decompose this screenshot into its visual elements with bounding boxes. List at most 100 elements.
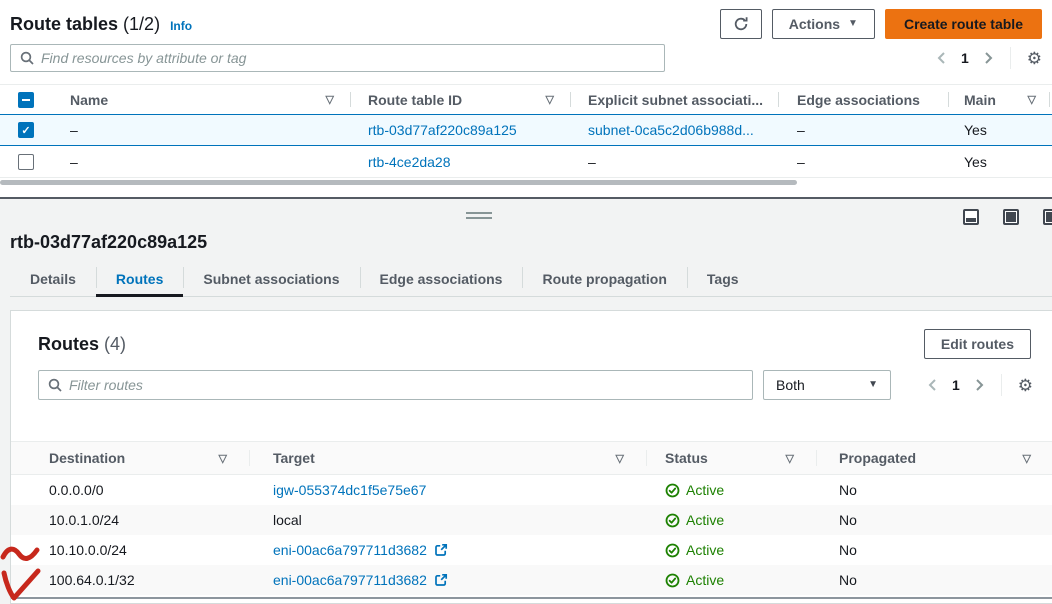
routes-pagination: 1 ⚙ <box>927 374 1033 396</box>
column-header-target[interactable]: Target▽ <box>249 442 646 474</box>
chevron-left-icon[interactable] <box>936 51 947 65</box>
target-link[interactable]: local <box>273 512 302 528</box>
external-link-icon[interactable] <box>434 573 448 587</box>
sort-icon[interactable]: ▽ <box>1023 452 1031 465</box>
column-header-main[interactable]: Main▽ <box>948 85 1052 114</box>
title-group: Route tables (1/2) Info <box>10 14 192 35</box>
sort-icon[interactable]: ▽ <box>219 452 227 465</box>
panel-position-side-icon[interactable] <box>1043 209 1052 225</box>
routes-card: Routes (4) Edit routes Both ▼ 1 ⚙ Desti <box>10 310 1052 604</box>
route-row: 10.10.0.0/24 eni-00ac6a797711d3682 Activ… <box>11 535 1052 565</box>
tab-label: Routes <box>116 271 163 287</box>
table-row[interactable]: – rtb-4ce2da28 – – Yes <box>0 146 1052 178</box>
filter-routes-input[interactable] <box>62 373 752 397</box>
cell-propagated: No <box>816 535 1052 565</box>
detail-tab[interactable]: Edge associations <box>360 261 523 296</box>
sort-icon[interactable]: ▽ <box>616 452 624 465</box>
panel-bottom-edge <box>11 597 1052 599</box>
cell-status: Active <box>646 565 816 595</box>
cell-status: Active <box>646 475 816 505</box>
external-link-icon[interactable] <box>434 543 448 557</box>
panel-position-full-icon[interactable] <box>1003 209 1019 225</box>
column-header-name[interactable]: Name▽ <box>52 85 350 114</box>
tab-label: Route propagation <box>542 271 666 287</box>
sort-icon[interactable]: ▽ <box>326 93 334 106</box>
detail-tab[interactable]: Subnet associations <box>183 261 359 296</box>
status-label: Active <box>686 572 724 588</box>
info-link[interactable]: Info <box>170 19 192 33</box>
column-header-status[interactable]: Status▽ <box>646 442 816 474</box>
horizontal-scrollbar[interactable] <box>0 180 1052 186</box>
resource-search-box <box>10 44 665 72</box>
target-link[interactable]: igw-055374dc1f5e75e67 <box>273 482 426 498</box>
column-header-subnet-associations[interactable]: Explicit subnet associati... <box>570 85 778 114</box>
sort-icon[interactable]: ▽ <box>546 93 554 106</box>
chevron-right-icon[interactable] <box>983 51 994 65</box>
chevron-right-icon[interactable] <box>974 378 985 392</box>
detail-tab[interactable]: Tags <box>687 261 759 296</box>
split-panel-drag-handle[interactable] <box>466 212 492 222</box>
target-link[interactable]: eni-00ac6a797711d3682 <box>273 542 427 558</box>
routes-title: Routes (4) <box>38 334 126 355</box>
filter-routes-box <box>38 370 753 400</box>
target-link[interactable]: eni-00ac6a797711d3682 <box>273 572 427 588</box>
panel-position-bottom-icon[interactable] <box>963 209 979 225</box>
tab-label: Tags <box>707 271 739 287</box>
route-type-select[interactable]: Both ▼ <box>763 370 891 400</box>
cell-main: Yes <box>948 115 1052 145</box>
settings-gear-icon[interactable]: ⚙ <box>1018 377 1033 394</box>
actions-button[interactable]: Actions ▼ <box>772 9 875 39</box>
routes-card-header: Routes (4) Edit routes <box>38 329 1031 359</box>
edit-routes-button[interactable]: Edit routes <box>924 329 1031 359</box>
column-header-destination[interactable]: Destination▽ <box>11 442 249 474</box>
select-all-checkbox-icon[interactable] <box>18 92 34 108</box>
vpc-route-tables-screen: { "colors": { "accent_orange": "#ec7211"… <box>0 0 1052 604</box>
cell-destination: 100.64.0.1/32 <box>11 565 249 595</box>
settings-gear-icon[interactable]: ⚙ <box>1027 50 1042 67</box>
header-actions: Actions ▼ Create route table <box>720 9 1042 39</box>
refresh-button[interactable] <box>720 9 762 39</box>
caret-down-icon: ▼ <box>868 380 878 390</box>
detail-tab[interactable]: Route propagation <box>522 261 686 296</box>
subnet-link[interactable]: subnet-0ca5c2d06b988d... <box>588 122 754 138</box>
detail-panel-title: rtb-03d77af220c89a125 <box>10 232 207 253</box>
search-icon <box>48 378 62 392</box>
routes-table: Destination▽ Target▽ Status▽ Propagated▽… <box>11 441 1052 595</box>
cell-propagated: No <box>816 475 1052 505</box>
search-input[interactable] <box>34 46 664 70</box>
page-number[interactable]: 1 <box>950 377 962 393</box>
cell-name: – <box>52 146 350 177</box>
row-checkbox-icon[interactable] <box>18 122 34 138</box>
route-type-select-value: Both <box>776 377 805 393</box>
subnet-link[interactable]: – <box>588 154 596 170</box>
route-tables-header: Route tables (1/2) Info Actions ▼ Create… <box>10 8 1042 40</box>
tab-label: Subnet associations <box>203 271 339 287</box>
route-table-id-link[interactable]: rtb-4ce2da28 <box>368 154 451 170</box>
create-route-table-button[interactable]: Create route table <box>885 9 1042 39</box>
cell-destination: 0.0.0.0/0 <box>11 475 249 505</box>
search-icon <box>20 51 34 65</box>
sort-icon[interactable]: ▽ <box>1028 93 1036 106</box>
column-header-propagated[interactable]: Propagated▽ <box>816 442 1052 474</box>
detail-tab[interactable]: Details <box>10 261 96 296</box>
status-label: Active <box>686 542 724 558</box>
page-number[interactable]: 1 <box>959 50 971 66</box>
page-title: Route tables (1/2) <box>10 14 160 35</box>
actions-button-label: Actions <box>789 16 840 32</box>
row-checkbox-icon[interactable] <box>18 154 34 170</box>
tab-label: Details <box>30 271 76 287</box>
cell-status: Active <box>646 505 816 535</box>
sort-icon[interactable]: ▽ <box>786 452 794 465</box>
column-header-route-table-id[interactable]: Route table ID▽ <box>350 85 570 114</box>
chevron-left-icon[interactable] <box>927 378 938 392</box>
table-header-row: Name▽ Route table ID▽ Explicit subnet as… <box>0 84 1052 114</box>
scrollbar-thumb[interactable] <box>0 180 797 185</box>
table-row[interactable]: – rtb-03d77af220c89a125 subnet-0ca5c2d06… <box>0 114 1052 146</box>
column-header-edge-associations[interactable]: Edge associations <box>778 85 948 114</box>
detail-tab[interactable]: Routes <box>96 261 183 296</box>
divider <box>1001 374 1002 396</box>
detail-panel: rtb-03d77af220c89a125 Details Routes Sub… <box>0 199 1052 604</box>
cell-name: – <box>52 115 350 145</box>
route-table-id-link[interactable]: rtb-03d77af220c89a125 <box>368 122 517 138</box>
cell-main: Yes <box>948 146 1052 177</box>
